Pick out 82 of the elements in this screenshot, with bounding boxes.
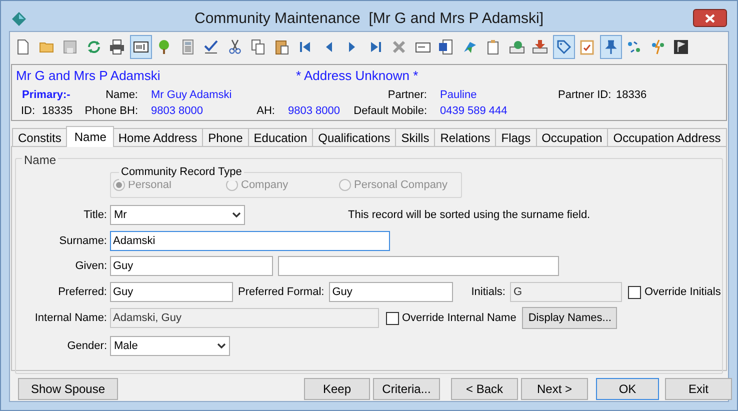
field-value: 9803 8000 [288,104,340,119]
cross-icon [391,39,408,55]
group-title: Community Record Type [119,164,244,180]
option-label: Personal Company [354,178,448,193]
check-mark-icon [203,39,220,55]
radio-button[interactable] [339,179,351,191]
checkbox-option[interactable]: Override Internal Name [386,310,516,326]
text-field-icon [132,39,149,55]
field-label: Partner: [388,88,427,103]
checkbox-option[interactable]: Override Initials [628,284,721,300]
document-icon [15,39,32,55]
input-field[interactable]: G [510,282,622,302]
dialog-button[interactable]: Keep [304,378,370,400]
field-label: Name: [106,88,138,103]
tab[interactable]: Qualifications [312,128,396,147]
window-title: Community Maintenance [Mr G and Mrs P Adamski] [194,8,544,29]
toolbar-button[interactable] [130,35,152,59]
dialog-button[interactable]: OK [596,378,659,400]
field-label: Partner ID: [558,88,612,103]
field-label: Initials: [471,284,506,300]
option-label: Personal [128,178,172,193]
input-field[interactable]: Guy [329,282,454,302]
dialog-button[interactable]: Exit [665,378,732,400]
tab[interactable]: Name [66,126,114,147]
tab[interactable]: Constits [12,128,68,147]
input-field[interactable]: Adamski, Guy [110,308,379,328]
option-label: Company [241,178,288,193]
field-value: Mr Guy Adamski [151,88,232,103]
pushpin-icon [602,39,619,55]
circular-arrows-icon [86,39,102,55]
input-field[interactable]: Adamski [110,231,390,251]
chevron-down-icon [232,212,241,218]
input-field[interactable] [278,256,559,276]
dialog-button[interactable]: Next > [521,378,588,400]
tab[interactable]: Flags [495,128,537,147]
scissors-icon [226,39,243,55]
clipboard-icon [274,39,290,55]
clipboard-icon [485,39,502,55]
field-label: Preferred Formal: [238,284,324,300]
tag-icon [556,39,572,55]
section-label: Primary:- [22,88,70,103]
tray-download-icon [532,39,548,55]
app-icon [12,12,26,26]
flag-icon [673,39,690,55]
field-label: Surname: [58,234,108,249]
field-value: 9803 8000 [151,104,203,119]
radio-button[interactable] [113,179,125,191]
field-label: Gender: [66,338,108,354]
field-value: 18335 [42,104,73,119]
arrow-icon [462,39,478,55]
checklist-icon [579,39,596,55]
tab[interactable]: Occupation Address [607,128,727,147]
field-label: Default Mobile: [354,104,427,119]
field-value: Pauline [440,88,477,103]
dialog-button[interactable]: Criteria... [373,378,440,400]
copy-icon [250,39,266,55]
dropdown[interactable]: Male [110,336,230,356]
field-label: Preferred: [57,284,108,300]
close-icon [705,14,715,22]
record-name: Mr G and Mrs P Adamski [16,67,162,86]
input-field[interactable]: Guy [110,256,273,276]
field-label: Internal Name: [34,310,108,326]
printer-icon [109,39,126,55]
display-names-button[interactable]: Display Names... [522,307,618,329]
field-label: ID: [21,104,36,119]
dialog-button[interactable]: Show Spouse [18,378,118,400]
calculator-icon [180,39,196,55]
chevron-down-icon [217,343,226,349]
field-label: Title: [82,208,108,223]
word-document-icon [438,39,454,55]
info-text: This record will be sorted using the surname field. [348,208,590,223]
field-value: 0439 589 444 [440,104,508,119]
field-value: 18336 [616,88,647,103]
field-label: Phone BH: [84,104,138,119]
address-status: * Address Unknown * [296,67,418,86]
field-label: Given: [74,258,108,274]
close-button[interactable] [693,9,727,27]
dropdown[interactable]: Mr [110,205,245,225]
input-field[interactable]: Guy [110,282,233,302]
dialog-button[interactable]: < Back [451,378,518,400]
field-label: AH: [256,104,275,119]
tab[interactable]: Occupation [536,128,608,147]
